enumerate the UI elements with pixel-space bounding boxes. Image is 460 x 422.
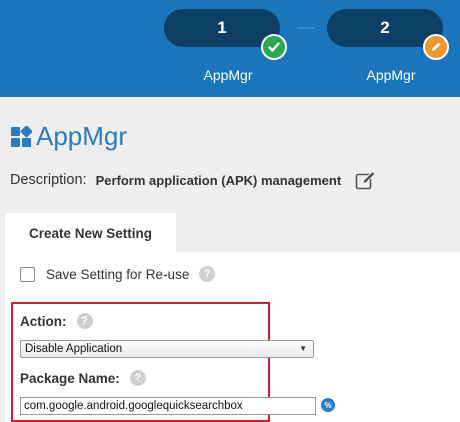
save-setting-checkbox[interactable]: [20, 266, 35, 282]
check-icon: [261, 34, 287, 60]
description-row: Description: Perform application (APK) m…: [10, 170, 377, 190]
action-select[interactable]: Disable Application ▼: [20, 340, 314, 358]
step-connector: [297, 27, 314, 29]
action-select-value: Disable Application: [25, 343, 123, 355]
step-1-number: 1: [217, 18, 227, 37]
description-label: Description:: [10, 172, 87, 188]
help-icon[interactable]: ?: [199, 266, 216, 282]
chevron-down-icon: ▼: [299, 344, 307, 353]
page-title: AppMgr: [10, 121, 127, 152]
edit-icon[interactable]: [355, 170, 377, 190]
grid-icon: [10, 125, 33, 148]
help-icon[interactable]: ?: [76, 313, 93, 329]
page-title-text: AppMgr: [36, 121, 128, 151]
step-2-number: 2: [380, 18, 390, 37]
action-label: Action:: [20, 313, 67, 329]
action-field-label: Action: ?: [20, 313, 93, 329]
description-value: Perform application (APK) management: [95, 172, 342, 188]
tab-create-new-setting[interactable]: Create New Setting: [5, 213, 176, 253]
wizard-header: 1 2 AppMgr AppMgr: [0, 0, 460, 97]
step-1-label: AppMgr: [203, 67, 253, 83]
save-setting-label: Save Setting for Re-use: [46, 266, 190, 282]
step-2-label: AppMgr: [366, 67, 416, 83]
help-icon[interactable]: ?: [129, 370, 146, 386]
variable-icon[interactable]: %: [321, 398, 335, 412]
pencil-icon: [423, 34, 449, 60]
save-setting-row: Save Setting for Re-use ?: [20, 266, 216, 282]
package-field-label: Package Name: ?: [20, 370, 146, 386]
package-name-value: com.google.android.googlequicksearchbox: [24, 400, 243, 412]
package-name-input[interactable]: com.google.android.googlequicksearchbox: [20, 397, 316, 415]
package-label: Package Name:: [20, 370, 120, 386]
